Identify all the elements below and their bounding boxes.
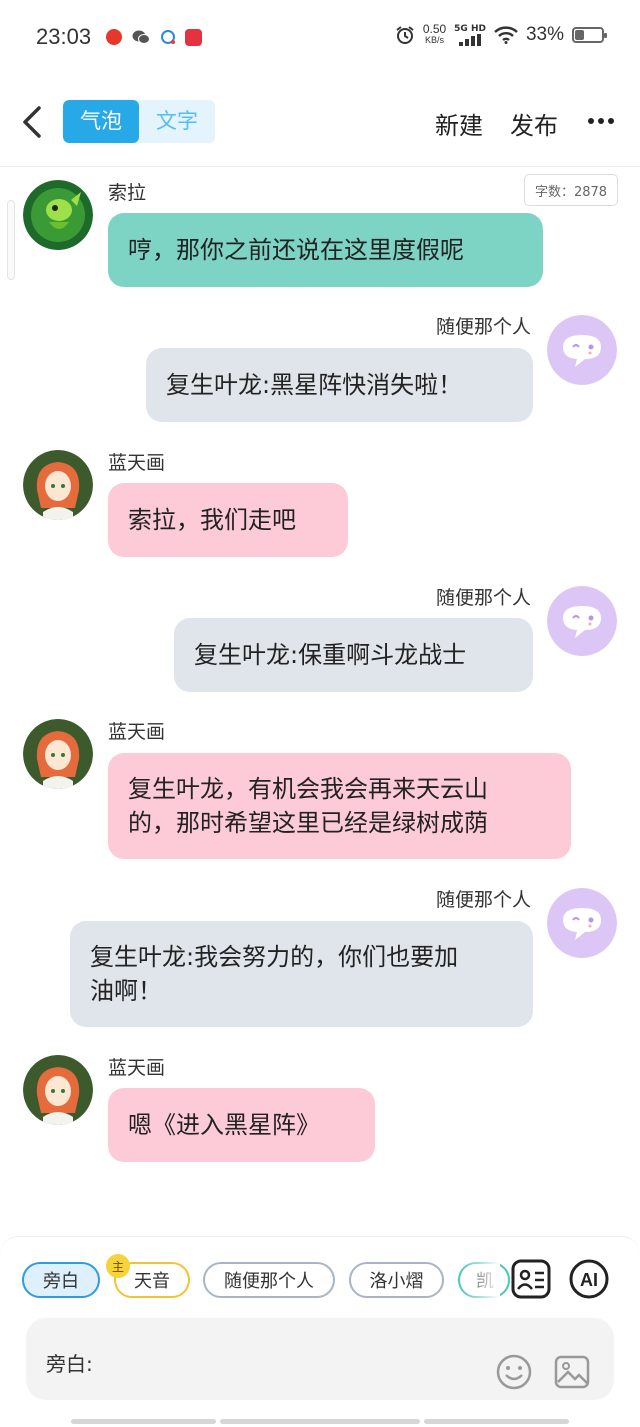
character-chip-suibian[interactable]: 随便那个人	[203, 1262, 335, 1298]
status-right: 0.50 KB/s 5G HD 33%	[395, 22, 607, 46]
avatar-default[interactable]	[547, 888, 617, 958]
message-text-line: 复生叶龙，有机会我会再来天云山	[128, 775, 488, 803]
sender-name: 随便那个人	[435, 316, 531, 338]
emoji-icon[interactable]	[496, 1354, 532, 1390]
battery-percent: 33%	[525, 24, 564, 45]
keyboard-hint-bar	[71, 1419, 216, 1424]
tab-bubble[interactable]: 气泡	[63, 100, 139, 143]
message-text: 复生叶龙:黑星阵快消失啦！	[166, 371, 463, 399]
sender-name: 蓝天画	[108, 721, 166, 743]
signal-bars-icon	[459, 33, 482, 46]
avatar-default[interactable]	[547, 586, 617, 656]
image-icon[interactable]	[554, 1354, 590, 1390]
new-button[interactable]: 新建	[435, 106, 483, 141]
alarm-icon	[396, 26, 414, 44]
status-bar: 23:03 0.50 KB/s 5G HD 33%	[0, 0, 640, 76]
sender-name: 索拉	[108, 182, 147, 204]
message-bubble[interactable]: 索拉，我们走吧	[108, 483, 348, 557]
character-chip-luoxiaoyi[interactable]: 洛小熠	[349, 1262, 444, 1298]
character-card-icon[interactable]	[511, 1259, 551, 1299]
avatar-lantianhua[interactable]	[23, 1055, 93, 1125]
header-divider	[0, 166, 640, 167]
sender-name: 蓝天画	[108, 1057, 166, 1079]
message-text-line: 复生叶龙:我会努力的，你们也要加	[90, 943, 459, 971]
chat-notification-icon	[161, 30, 175, 44]
tab-text[interactable]: 文字	[139, 100, 215, 143]
scroll-indicator[interactable]	[7, 200, 15, 280]
message-text: 哼，那你之前还说在这里度假呢	[128, 236, 464, 264]
signal: 5G HD	[454, 23, 486, 46]
chip-fade	[460, 1256, 500, 1304]
input-role-label: 旁白:	[46, 1352, 93, 1376]
message-bubble[interactable]: 复生叶龙:保重啊斗龙战士	[174, 618, 533, 692]
message-bubble[interactable]: 嗯《进入黑星阵》	[108, 1088, 375, 1162]
message-bubble[interactable]: 复生叶龙，有机会我会再来天云山 的，那时希望这里已经是绿树成荫	[108, 753, 571, 859]
message-text: 嗯《进入黑星阵》	[128, 1111, 320, 1139]
status-time: 23:03	[36, 24, 92, 49]
message-text: 索拉，我们走吧	[128, 506, 296, 534]
wifi-icon	[494, 26, 518, 44]
speed-unit: KB/s	[424, 35, 444, 45]
svg-text:AI: AI	[580, 1270, 598, 1290]
home-indicator[interactable]	[220, 1419, 420, 1424]
weibo-notification-icon	[106, 29, 122, 45]
message-text-line: 的，那时希望这里已经是绿树成荫	[128, 809, 488, 837]
message-text: 复生叶龙:保重啊斗龙战士	[194, 641, 467, 669]
publish-button[interactable]: 发布	[510, 106, 558, 141]
network-speed: 0.50 KB/s	[422, 22, 447, 46]
message-text-line: 油啊！	[90, 977, 162, 1005]
app-notification-icon	[185, 29, 202, 46]
sender-name: 随便那个人	[435, 587, 531, 609]
network-type: 5G HD	[454, 23, 486, 34]
battery-icon	[572, 27, 607, 43]
keyboard-hint-bar	[424, 1419, 569, 1424]
message-bubble[interactable]: 复生叶龙:我会努力的，你们也要加 油啊！	[70, 921, 533, 1027]
message-bubble[interactable]: 复生叶龙:黑星阵快消失啦！	[146, 348, 533, 422]
word-count: 字数：2878	[524, 174, 618, 206]
top-bar: 气泡 文字 新建 发布	[0, 86, 640, 158]
message-bubble[interactable]: 哼，那你之前还说在这里度假呢	[108, 213, 543, 287]
back-arrow-icon[interactable]	[18, 104, 48, 140]
sender-name: 蓝天画	[108, 452, 166, 474]
avatar-lantianhua[interactable]	[23, 450, 93, 520]
battery-fill	[575, 30, 585, 40]
wechat-notification-icon	[132, 30, 150, 44]
speed-value: 0.50	[422, 22, 447, 36]
character-chip-narration[interactable]: 旁白	[22, 1262, 100, 1298]
avatar-default[interactable]	[547, 315, 617, 385]
avatar-lantianhua[interactable]	[23, 719, 93, 789]
mode-switch: 气泡 文字	[63, 100, 215, 143]
main-character-badge: 主	[106, 1254, 130, 1278]
sender-name: 随便那个人	[435, 889, 531, 911]
more-icon[interactable]	[588, 118, 614, 124]
avatar-sola[interactable]	[23, 180, 93, 250]
ai-icon[interactable]: AI	[569, 1259, 609, 1299]
